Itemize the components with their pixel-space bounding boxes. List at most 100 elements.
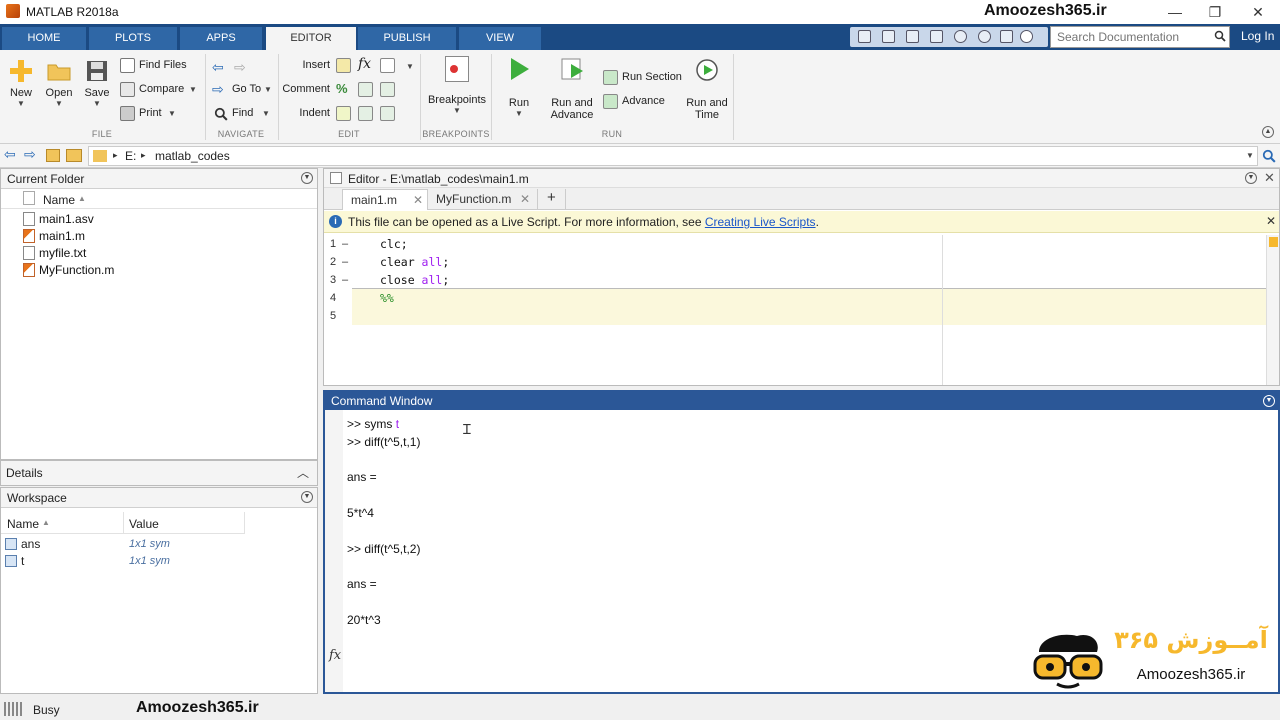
- close-tab-icon[interactable]: ✕: [413, 193, 423, 207]
- table-row[interactable]: t 1x1 sym: [1, 553, 317, 570]
- folder-column-header[interactable]: Name ▲: [1, 189, 317, 209]
- wrap-comment-icon[interactable]: [380, 82, 395, 97]
- increase-indent-icon[interactable]: [358, 106, 373, 121]
- run-and-time-button[interactable]: Run and Time: [684, 56, 730, 121]
- tab-main1[interactable]: main1.m ✕: [342, 189, 428, 210]
- forward-arrow-icon[interactable]: ⇨: [24, 146, 36, 163]
- uncomment-icon[interactable]: [358, 82, 373, 97]
- paste-icon[interactable]: [930, 30, 943, 43]
- browse-folder-icon[interactable]: [66, 149, 82, 162]
- open-button[interactable]: Open ▼: [44, 58, 74, 108]
- insert-dropdown-icon[interactable]: ▼: [406, 62, 414, 71]
- list-item[interactable]: myfile.txt: [1, 245, 317, 262]
- name-column-header[interactable]: Name: [7, 517, 39, 531]
- help-icon[interactable]: [1020, 30, 1033, 43]
- insert-menu-icon[interactable]: [380, 58, 395, 73]
- search-folder-icon[interactable]: [1262, 149, 1276, 163]
- up-folder-icon[interactable]: [46, 149, 60, 162]
- login-link[interactable]: Log In: [1241, 29, 1274, 43]
- back-forward-buttons[interactable]: ⇦ ⇨: [212, 59, 262, 75]
- details-panel[interactable]: Details ︿: [0, 460, 318, 486]
- insert-label[interactable]: Insert: [288, 59, 330, 71]
- copy-icon[interactable]: [906, 30, 919, 43]
- minimize-icon[interactable]: —: [1160, 2, 1190, 22]
- expand-details-icon[interactable]: ︿: [297, 464, 309, 481]
- breakpoint-marker[interactable]: –: [342, 271, 348, 289]
- save-button[interactable]: Save ▼: [82, 58, 112, 108]
- command-line: ans =: [347, 470, 377, 485]
- path-drive[interactable]: E:: [125, 149, 136, 163]
- editor-scrollbar[interactable]: [1266, 235, 1279, 385]
- name-column-header[interactable]: Name: [43, 193, 75, 207]
- find-button[interactable]: Find ▼: [212, 105, 276, 123]
- save-icon[interactable]: [858, 30, 871, 43]
- close-icon[interactable]: ✕: [1243, 2, 1273, 22]
- tab-myfunction[interactable]: MyFunction.m ✕: [428, 189, 538, 210]
- close-info-icon[interactable]: ✕: [1266, 214, 1276, 228]
- forward-arrow-icon[interactable]: ⇨: [234, 59, 246, 76]
- restore-icon[interactable]: ❐: [1200, 2, 1230, 22]
- path-folder[interactable]: matlab_codes: [155, 149, 230, 163]
- switch-windows-icon[interactable]: [1000, 30, 1013, 43]
- advance-button[interactable]: Advance: [603, 93, 683, 111]
- add-tab-button[interactable]: +: [540, 189, 566, 210]
- search-icon[interactable]: [1214, 30, 1226, 42]
- panel-menu-icon[interactable]: ▼: [301, 491, 313, 503]
- column-divider[interactable]: [123, 512, 124, 534]
- details-title: Details: [6, 466, 43, 480]
- insert-section-icon[interactable]: [336, 58, 351, 73]
- back-arrow-icon[interactable]: ⇦: [4, 146, 16, 163]
- run-button[interactable]: Run ▼: [500, 56, 538, 118]
- decrease-indent-icon[interactable]: [380, 106, 395, 121]
- panel-menu-icon[interactable]: ▼: [1263, 395, 1275, 407]
- list-item[interactable]: main1.m: [1, 228, 317, 245]
- comment-label[interactable]: Comment: [282, 83, 330, 95]
- run-and-advance-button[interactable]: Run and Advance: [546, 56, 598, 121]
- run-group-label: RUN: [601, 129, 623, 139]
- compare-button[interactable]: Compare ▼: [120, 81, 200, 99]
- path-dropdown-icon[interactable]: ▼: [1246, 151, 1254, 160]
- undo-icon[interactable]: [954, 30, 967, 43]
- tab-plots[interactable]: PLOTS: [89, 27, 177, 50]
- list-item[interactable]: MyFunction.m: [1, 262, 317, 279]
- smart-indent-icon[interactable]: [336, 106, 351, 121]
- table-row[interactable]: ans 1x1 sym: [1, 536, 317, 553]
- breakpoint-marker[interactable]: –: [342, 253, 348, 271]
- search-documentation-input[interactable]: [1050, 26, 1230, 48]
- new-button[interactable]: New ▼: [6, 58, 36, 108]
- redo-icon[interactable]: [978, 30, 991, 43]
- run-section-button[interactable]: Run Section: [603, 69, 683, 87]
- tab-home[interactable]: HOME: [2, 27, 86, 50]
- find-files-icon: [120, 58, 135, 73]
- tab-editor[interactable]: EDITOR: [266, 27, 356, 50]
- code-analyzer-indicator[interactable]: [1269, 237, 1278, 247]
- breakpoints-button[interactable]: Breakpoints ▼: [426, 56, 488, 115]
- close-editor-icon[interactable]: ✕: [1264, 170, 1275, 186]
- command-output[interactable]: >> syms t >> diff(t^5,t,1) ans = 5*t^4 >…: [347, 416, 1247, 630]
- tab-apps[interactable]: APPS: [180, 27, 262, 50]
- breakpoint-marker[interactable]: –: [342, 235, 348, 253]
- cut-icon[interactable]: [882, 30, 895, 43]
- function-browser-icon[interactable]: fx: [329, 648, 341, 663]
- find-files-button[interactable]: Find Files: [120, 57, 200, 75]
- panel-menu-icon[interactable]: ▼: [301, 172, 313, 184]
- print-button[interactable]: Print ▼: [120, 105, 200, 123]
- panel-menu-icon[interactable]: ▼: [1245, 172, 1257, 184]
- tab-publish[interactable]: PUBLISH: [358, 27, 456, 50]
- insert-function-icon[interactable]: fx: [358, 56, 371, 72]
- path-field[interactable]: ▸ E: ▸ matlab_codes: [88, 146, 1258, 166]
- breakpoints-label: Breakpoints: [427, 94, 487, 106]
- close-tab-icon[interactable]: ✕: [520, 192, 530, 206]
- comment-percent-icon[interactable]: %: [336, 81, 348, 96]
- indent-label[interactable]: Indent: [288, 107, 330, 119]
- list-item[interactable]: main1.asv: [1, 211, 317, 228]
- go-to-button[interactable]: ⇨ Go To ▼: [212, 81, 276, 99]
- open-dropdown-icon: ▼: [55, 99, 63, 108]
- value-column-header[interactable]: Value: [129, 517, 159, 531]
- back-arrow-icon[interactable]: ⇦: [212, 59, 224, 76]
- collapse-ribbon-icon[interactable]: ▲: [1262, 126, 1274, 138]
- code-area[interactable]: clc; clear all; close all; %%: [352, 235, 1279, 385]
- tab-view[interactable]: VIEW: [459, 27, 541, 50]
- creating-live-scripts-link[interactable]: Creating Live Scripts: [705, 215, 816, 229]
- open-label: Open: [45, 87, 73, 99]
